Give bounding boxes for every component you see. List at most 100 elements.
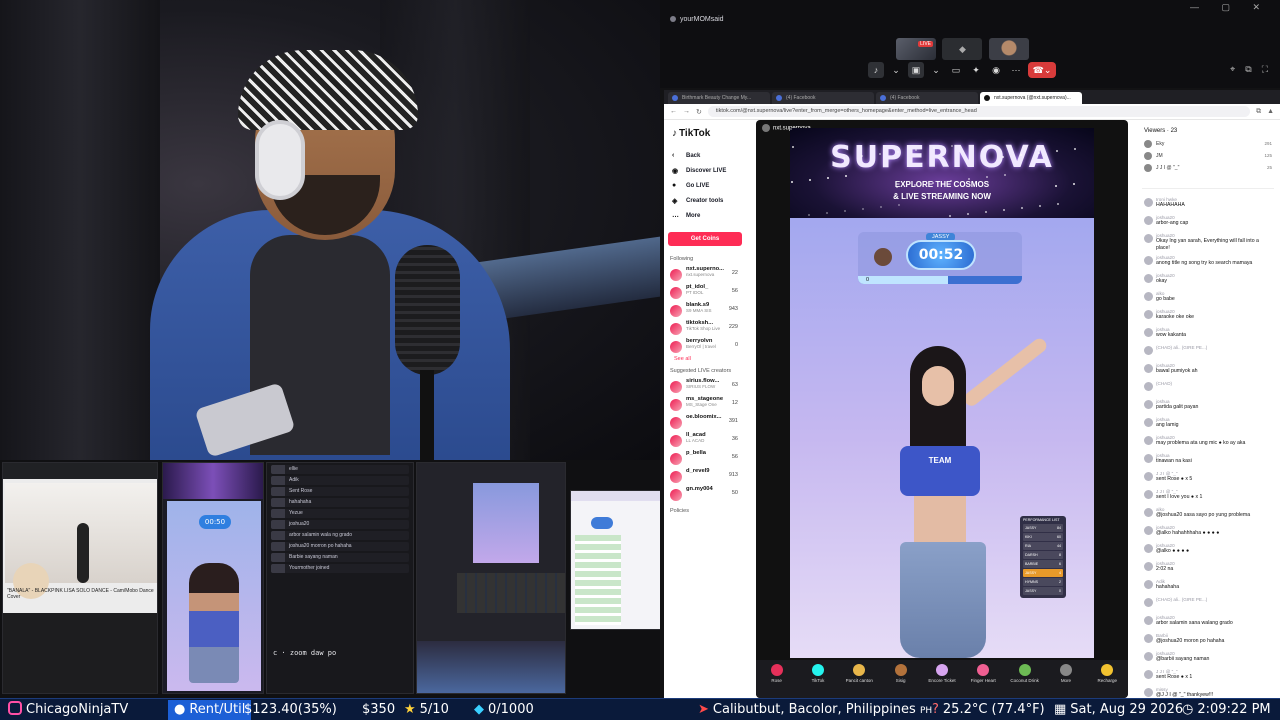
account-count: 56 xyxy=(731,288,738,294)
nav-item-more[interactable]: … More xyxy=(668,209,742,224)
star-dot xyxy=(950,180,952,182)
gift-pancit-canton[interactable]: Pancit canton xyxy=(841,664,877,698)
money-bag-icon: ● xyxy=(174,702,186,717)
account-item[interactable]: berryolvn BerryOl | travel 0 xyxy=(668,338,742,356)
viewers-label[interactable]: Viewers · 23 xyxy=(1144,128,1274,134)
pin-icon[interactable]: ⌖ xyxy=(1230,64,1235,75)
window-controls[interactable]: — ▢ ✕ xyxy=(1190,2,1270,13)
stars-group: ★ 5/10 xyxy=(404,700,449,720)
discord-logo-tile[interactable]: ◆ xyxy=(942,38,983,60)
clock-icon: ◷ xyxy=(1182,702,1194,717)
gift-rose[interactable]: Rose xyxy=(759,664,795,698)
microphone-icon[interactable]: ♪ xyxy=(868,62,884,78)
screen-share-icon[interactable]: ▭ xyxy=(948,62,964,78)
stream-screen: "BANALA" - BLACKPINK LISA SOLO DANCE - C… xyxy=(0,0,1280,720)
account-item[interactable]: gn.my004 50 xyxy=(668,486,742,504)
account-subtitle: nxt.supernova xyxy=(686,272,715,277)
nav-label: More xyxy=(686,213,701,219)
star-dot xyxy=(861,155,863,157)
mic-arm xyxy=(420,370,434,460)
nav-item-discover-live[interactable]: ◉ Discover LIVE xyxy=(668,164,742,179)
gift-finger-heart[interactable]: Finger Heart xyxy=(965,664,1001,698)
end-call-button[interactable]: ☎⌄ xyxy=(1028,62,1056,78)
get-coins-button[interactable]: Get Coins xyxy=(668,232,742,246)
account-item[interactable]: ms_stageone MS_Stage One 12 xyxy=(668,396,742,414)
chat-preview: ellie Adik Sent Rose hahahaha Yezue joshua20 a… xyxy=(266,462,414,694)
camera-off-icon[interactable]: ▣ xyxy=(908,62,924,78)
chat-message: joshua20 bawal pumiyok ah xyxy=(1142,363,1274,377)
extensions-icon[interactable]: ⧉ xyxy=(1256,108,1261,116)
account-count: 63 xyxy=(731,382,738,388)
chat-message: Adik hahahaha xyxy=(1142,579,1274,593)
account-item[interactable]: nxt.superno... nxt.supernova 22 xyxy=(668,266,742,284)
stream-tile[interactable]: LIVE xyxy=(896,38,936,60)
chevron-down-icon[interactable]: ⌄ xyxy=(888,62,904,78)
star-dot xyxy=(845,175,847,177)
chat-username[interactable]: (CHAD) xyxy=(1156,381,1274,386)
gift-icon xyxy=(1101,664,1114,676)
instagram-icon xyxy=(8,701,22,715)
viewer-item[interactable]: Eky 291 xyxy=(1142,138,1274,150)
star-dot xyxy=(933,147,935,149)
policies-link[interactable]: Policies xyxy=(670,508,742,514)
live-player[interactable]: nxt.supernova SUPERNOVA EXPLORE THE COSM… xyxy=(756,120,1128,698)
gift-more[interactable]: More xyxy=(1048,664,1084,698)
gift-tiktok[interactable]: TikTok xyxy=(800,664,836,698)
account-count: 229 xyxy=(728,324,738,330)
performer-score: 6 xyxy=(1059,562,1061,566)
star-dot xyxy=(949,215,951,217)
nav-item-creator-tools[interactable]: ◈ Creator tools xyxy=(668,194,742,209)
nav-item-back[interactable]: ‹ Back xyxy=(668,149,742,164)
browser-tab[interactable]: (4) Facebook xyxy=(876,92,978,104)
account-item[interactable]: p_bella 56 xyxy=(668,450,742,468)
nav-item-go-live[interactable]: ● Go LIVE xyxy=(668,179,742,194)
more-icon[interactable]: ⋯ xyxy=(1008,62,1024,78)
gift-recharge[interactable]: Recharge xyxy=(1089,664,1125,698)
gift-label: Finger Heart xyxy=(970,678,996,683)
activities-icon[interactable]: ✦ xyxy=(968,62,984,78)
viewer-item[interactable]: J J I @ "_" 25 xyxy=(1142,162,1274,174)
chevron-down-icon[interactable]: ⌄ xyxy=(928,62,944,78)
location: Calibutbut, Bacolor, Philippines xyxy=(712,702,916,717)
browser-tab[interactable]: Birthmark Beauty Change My... xyxy=(668,92,770,104)
chat-row: Barbie sayang naman xyxy=(271,553,409,562)
account-item[interactable]: pt_idol_ PT IDOL 56 xyxy=(668,284,742,302)
chat-username[interactable]: (CHAD) ali.. (GIRE PE...) xyxy=(1156,345,1274,350)
viewer-count: 291 xyxy=(1264,141,1272,146)
browser-tab[interactable]: nxt.supernova (@nxt.supernova)... xyxy=(980,92,1082,104)
viewer-item[interactable]: JM 125 xyxy=(1142,150,1274,162)
popout-icon[interactable]: ⧉ xyxy=(1245,64,1251,75)
gift-encore-ticket[interactable]: Encore Ticket xyxy=(924,664,960,698)
gift-sisig[interactable]: Sisig xyxy=(883,664,919,698)
soundboard-icon[interactable]: ◉ xyxy=(988,62,1004,78)
curtain xyxy=(0,0,160,460)
see-all-link[interactable]: See all xyxy=(674,356,742,362)
discord-call: yourMOMsaid — ▢ ✕ LIVE ◆ ♪ ⌄ ▣ ⌄ ▭ ✦ ◉ ⋯… xyxy=(660,0,1280,88)
url-input[interactable]: tiktok.com/@nxt.supernova/live?enter_fro… xyxy=(707,106,1251,117)
screen-share: yourMOMsaid — ▢ ✕ LIVE ◆ ♪ ⌄ ▣ ⌄ ▭ ✦ ◉ ⋯… xyxy=(660,0,1280,698)
gem-icon: ◆ xyxy=(474,702,484,717)
chat-row: joshua20 morron po hahaha xyxy=(271,542,409,551)
account-item[interactable]: tiktoksh... TikTok Shop Live 229 xyxy=(668,320,742,338)
account-item[interactable]: d_revel9 913 xyxy=(668,468,742,486)
account-item[interactable]: sirius.flow... SIRIUS FLOW 63 xyxy=(668,378,742,396)
gift-coconut-drink[interactable]: Coconut Drink xyxy=(1007,664,1043,698)
camera-tile[interactable] xyxy=(988,38,1029,60)
account-count: 56 xyxy=(731,454,738,460)
forward-icon[interactable]: → xyxy=(683,108,690,115)
nav-icon: … xyxy=(672,212,679,219)
channel-name: ChicagoNinjaTV xyxy=(26,702,129,717)
account-item[interactable]: oe.bloomix... 391 xyxy=(668,414,742,432)
following-label: Following xyxy=(670,256,694,262)
chat-username[interactable]: (CHAD) ali.. (GIRE PE...) xyxy=(1156,597,1274,602)
browser-tab[interactable]: (4) Facebook xyxy=(772,92,874,104)
performer-score: 0 xyxy=(1059,589,1061,593)
account-item[interactable]: ll_acad LL ACAD 36 xyxy=(668,432,742,450)
account-item[interactable]: blank.s9 S9 MMA SIS 943 xyxy=(668,302,742,320)
tiktok-logo[interactable]: TikTok xyxy=(668,128,742,139)
star-dot xyxy=(896,186,898,188)
fullscreen-icon[interactable]: ⛶ xyxy=(1262,64,1268,75)
reload-icon[interactable]: ↻ xyxy=(696,108,702,116)
back-icon[interactable]: ← xyxy=(670,108,677,115)
alert-icon[interactable]: ▲ xyxy=(1267,108,1274,115)
